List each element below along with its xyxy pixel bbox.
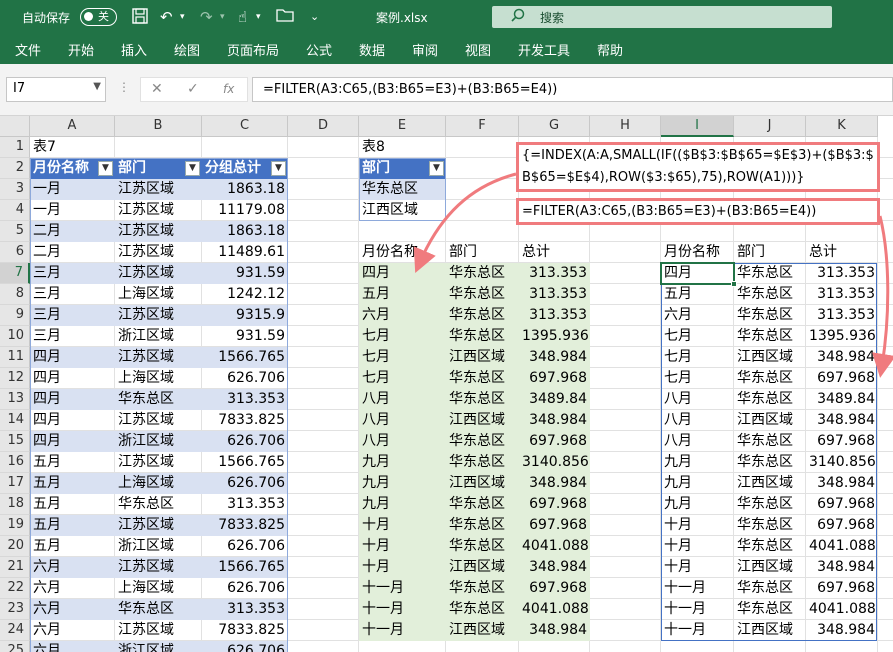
callout-arrows — [413, 172, 893, 378]
title-bar: 自动保存 关 ↶ ▾ ↷ ▾ ☝ ▾ ⌄ 案例.xlsx 搜索 — [0, 0, 893, 34]
file-name: 案例.xlsx — [376, 11, 428, 25]
touch-dropdown-icon[interactable]: ▾ — [256, 7, 261, 27]
tab-review[interactable]: 审阅 — [412, 40, 438, 59]
autosave-label: 自动保存 — [22, 11, 71, 25]
tab-developer[interactable]: 开发工具 — [518, 40, 570, 59]
open-folder-icon[interactable] — [276, 7, 294, 27]
touch-mode-icon[interactable]: ☝ — [238, 7, 247, 27]
splitter-handle[interactable]: ⋮ — [118, 80, 130, 94]
tab-help[interactable]: 帮助 — [597, 40, 623, 59]
tab-data[interactable]: 数据 — [359, 40, 385, 59]
enter-icon[interactable]: ✓ — [187, 81, 199, 97]
save-icon[interactable] — [131, 7, 149, 27]
arrow-to-index-results — [413, 172, 517, 274]
worksheet-grid[interactable]: A B C D E F G H I J K 1 2 3 4 5 6 7 8 9 10 11 12 13 14 15 16 17 18 19… — [0, 116, 893, 652]
undo-icon[interactable]: ↶ — [160, 7, 173, 27]
name-box[interactable]: I7 ▼ — [6, 77, 106, 102]
cancel-icon[interactable]: ✕ — [151, 81, 163, 97]
tab-file[interactable]: 文件 — [15, 40, 41, 59]
customize-toolbar-icon[interactable]: ⌄ — [310, 7, 319, 27]
autosave-state: 关 — [98, 10, 109, 23]
tab-view[interactable]: 视图 — [465, 40, 491, 59]
search-box[interactable]: 搜索 — [492, 6, 832, 28]
search-icon — [510, 8, 526, 28]
tab-home[interactable]: 开始 — [68, 40, 94, 59]
tab-insert[interactable]: 插入 — [121, 40, 147, 59]
formula-buttons: ✕ ✓ fx — [140, 77, 248, 102]
tab-page-layout[interactable]: 页面布局 — [227, 40, 279, 59]
formula-bar: I7 ▼ ⋮ ✕ ✓ fx =FILTER(A3:C65,(B3:B65=E3)… — [0, 64, 893, 116]
arrow-to-filter-results — [872, 215, 893, 378]
redo-icon[interactable]: ↷ — [200, 7, 213, 27]
tab-formulas[interactable]: 公式 — [306, 40, 332, 59]
autosave-toggle[interactable]: 关 — [80, 8, 117, 26]
undo-dropdown-icon[interactable]: ▾ — [180, 7, 185, 27]
redo-dropdown-icon[interactable]: ▾ — [220, 7, 225, 27]
insert-function-icon[interactable]: fx — [223, 82, 234, 96]
formula-input[interactable]: =FILTER(A3:C65,(B3:B65=E3)+(B3:B65=E4)) — [252, 77, 893, 102]
ribbon-tabs: 文件 开始 插入 绘图 页面布局 公式 数据 审阅 视图 开发工具 帮助 — [0, 34, 893, 64]
name-box-value: I7 — [13, 81, 26, 96]
toggle-knob — [84, 12, 93, 21]
chevron-down-icon[interactable]: ▼ — [93, 81, 101, 92]
search-placeholder: 搜索 — [540, 11, 565, 25]
tab-draw[interactable]: 绘图 — [174, 40, 200, 59]
